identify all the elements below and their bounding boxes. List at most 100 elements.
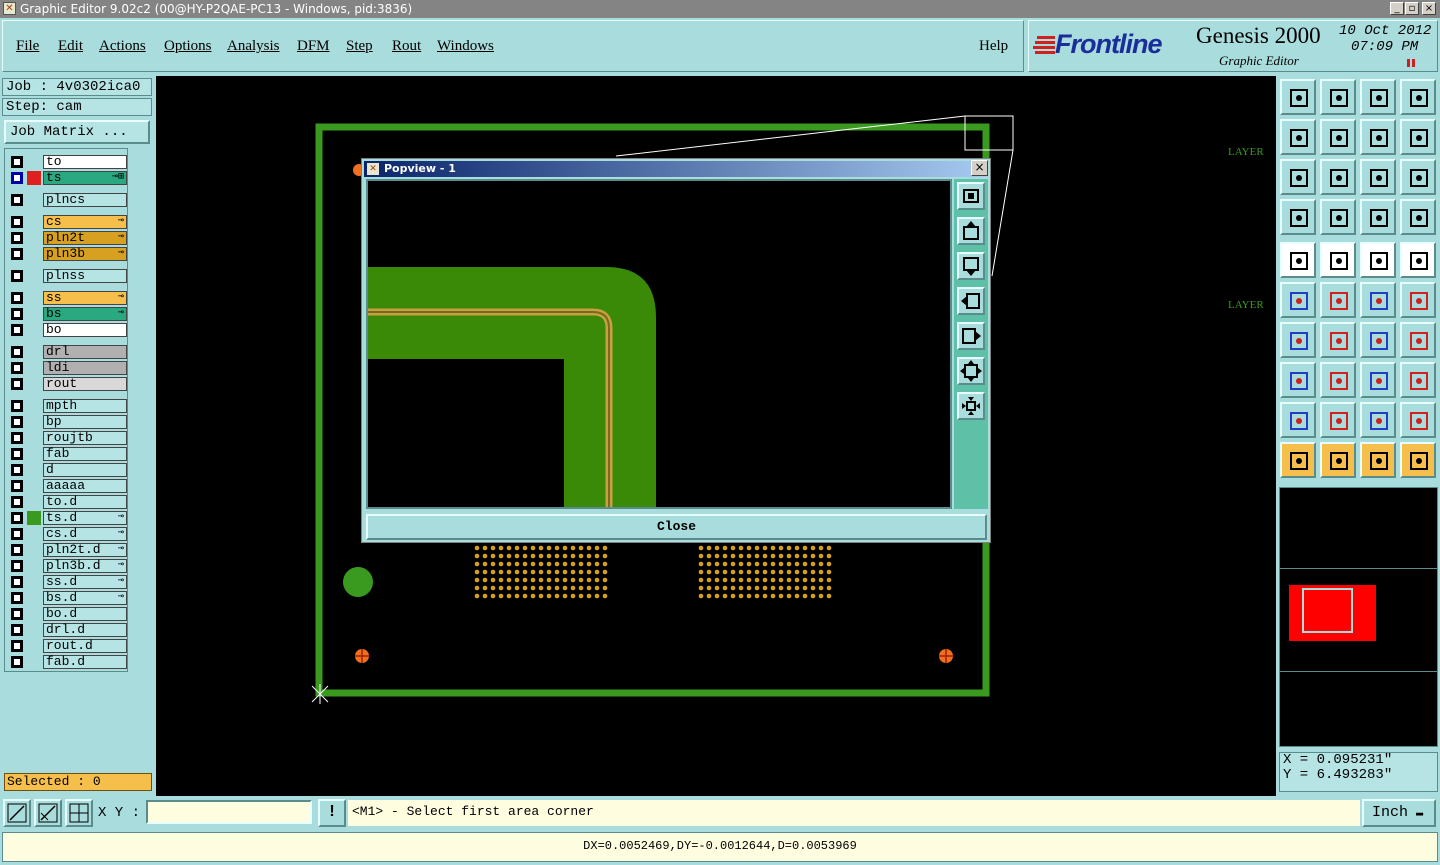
- layer-row-cs-d[interactable]: cs.d ⊸: [8, 527, 127, 541]
- layer-name[interactable]: pln3b.d ⊸: [43, 559, 127, 573]
- layer-checkbox[interactable]: [11, 592, 23, 604]
- popview-zoom-in-button[interactable]: [957, 392, 985, 420]
- layer-checkbox[interactable]: [11, 308, 23, 320]
- menu-step[interactable]: Step: [346, 38, 373, 55]
- layer-name[interactable]: ss ⊸: [43, 291, 127, 305]
- menu-help[interactable]: Help: [979, 38, 1008, 55]
- pad-tool-button[interactable]: [1400, 242, 1436, 278]
- move-tool-button[interactable]: [1360, 282, 1396, 318]
- split-view-tool-button[interactable]: [1400, 79, 1436, 115]
- layer-name[interactable]: fab.d: [43, 655, 127, 669]
- layer-checkbox[interactable]: [11, 292, 23, 304]
- view-home-tool-button[interactable]: [1280, 79, 1316, 115]
- layer-name[interactable]: d: [43, 463, 127, 477]
- popview-close-x[interactable]: ×: [971, 160, 988, 176]
- snap-mode-button[interactable]: [3, 799, 31, 827]
- layer-checkbox[interactable]: [11, 362, 23, 374]
- layer-row-aaaaa[interactable]: aaaaa: [8, 479, 127, 493]
- layer-checkbox[interactable]: [11, 512, 23, 524]
- layer-checkbox[interactable]: [11, 156, 23, 168]
- overview-map[interactable]: [1279, 487, 1438, 747]
- menu-actions[interactable]: Actions: [99, 38, 146, 55]
- layer-name[interactable]: bs ⊸: [43, 307, 127, 321]
- layer-name[interactable]: pln2t.d ⊸: [43, 543, 127, 557]
- menu-dfm[interactable]: DFM: [297, 38, 330, 55]
- layer-row-plnss[interactable]: plnss: [8, 269, 127, 283]
- layer-row-d[interactable]: d: [8, 463, 127, 477]
- overview-viewport[interactable]: [1302, 588, 1353, 633]
- layer-row-to-d[interactable]: to.d: [8, 495, 127, 509]
- layer-checkbox[interactable]: [11, 448, 23, 460]
- layer-checkbox[interactable]: [11, 624, 23, 636]
- grid-mode-button[interactable]: [65, 799, 93, 827]
- tool-settings-tool-button[interactable]: [1280, 199, 1316, 235]
- delete-tool-button[interactable]: [1320, 282, 1356, 318]
- layer-row-bo-d[interactable]: bo.d: [8, 607, 127, 621]
- layer-name[interactable]: plncs: [43, 193, 127, 207]
- layer-checkbox[interactable]: [11, 378, 23, 390]
- cut-tool-button[interactable]: [1320, 362, 1356, 398]
- layer-name[interactable]: to: [43, 155, 127, 169]
- layer-row-pln3b-d[interactable]: pln3b.d ⊸: [8, 559, 127, 573]
- layer-row-pln3b[interactable]: pln3b ⊸: [8, 247, 127, 261]
- layer-name[interactable]: bp: [43, 415, 127, 429]
- arrow-a-tool-button[interactable]: [1320, 402, 1356, 438]
- popview-zoom-out-button[interactable]: [957, 357, 985, 385]
- popview-pan-right-button[interactable]: [957, 322, 985, 350]
- zoom-center-tool-button[interactable]: [1320, 159, 1356, 195]
- layer-row-ts[interactable]: ts ⊸⊞: [8, 171, 127, 185]
- layer-row-ss[interactable]: ss ⊸: [8, 291, 127, 305]
- arch-tool-button[interactable]: [1360, 402, 1396, 438]
- layer-name[interactable]: bo.d: [43, 607, 127, 621]
- layer-row-bo[interactable]: bo: [8, 323, 127, 337]
- arc-tool-button[interactable]: [1360, 322, 1396, 358]
- layer-name[interactable]: ldi: [43, 361, 127, 375]
- mirror-tool-button[interactable]: [1400, 322, 1436, 358]
- layer-checkbox[interactable]: [11, 432, 23, 444]
- layer-name[interactable]: ts.d ⊸: [43, 511, 127, 525]
- layer-checkbox[interactable]: [11, 656, 23, 668]
- layer-name[interactable]: cs ⊸: [43, 215, 127, 229]
- layer-name[interactable]: drl: [43, 345, 127, 359]
- layer-row-fab[interactable]: fab: [8, 447, 127, 461]
- zoom-fit-tool-button[interactable]: [1280, 159, 1316, 195]
- alert-button[interactable]: !: [318, 799, 346, 827]
- probe-tool-button[interactable]: [1320, 199, 1356, 235]
- snap-toggle-tool-button[interactable]: [1400, 119, 1436, 155]
- home-tool-button[interactable]: [1360, 79, 1396, 115]
- layer-checkbox[interactable]: [11, 416, 23, 428]
- pause-icon[interactable]: [1407, 59, 1415, 67]
- popview-pan-up-button[interactable]: [957, 217, 985, 245]
- layer-name[interactable]: plnss: [43, 269, 127, 283]
- menu-windows[interactable]: Windows: [437, 38, 494, 55]
- connect-tool-button[interactable]: [1280, 282, 1316, 318]
- layer-row-ts-d[interactable]: ts.d ⊸: [8, 511, 127, 525]
- help-tool-button[interactable]: [1400, 159, 1436, 195]
- menu-edit[interactable]: Edit: [58, 38, 83, 55]
- layer-checkbox[interactable]: [11, 194, 23, 206]
- layer-checkbox[interactable]: [11, 608, 23, 620]
- layer-checkbox[interactable]: [11, 346, 23, 358]
- layer-row-ss-d[interactable]: ss.d ⊸: [8, 575, 127, 589]
- layer-name[interactable]: rout.d: [43, 639, 127, 653]
- angle-tool-button[interactable]: [1280, 322, 1316, 358]
- pointer-box-tool-button[interactable]: [1320, 442, 1356, 478]
- layer-color-swatch[interactable]: [27, 511, 41, 525]
- layer-checkbox[interactable]: [11, 232, 23, 244]
- minimize-button[interactable]: _: [1390, 2, 1404, 15]
- layer-color-swatch[interactable]: [27, 171, 41, 185]
- popview-canvas[interactable]: [366, 179, 952, 509]
- ruler-tool-button[interactable]: [1360, 242, 1396, 278]
- layer-checkbox[interactable]: [11, 270, 23, 282]
- layer-checkbox[interactable]: [11, 324, 23, 336]
- layer-name[interactable]: bs.d ⊸: [43, 591, 127, 605]
- layer-row-fab-d[interactable]: fab.d: [8, 655, 127, 669]
- layer-row-rout-d[interactable]: rout.d: [8, 639, 127, 653]
- layer-row-roujtb[interactable]: roujtb: [8, 431, 127, 445]
- layer-row-cs[interactable]: cs ⊸: [8, 215, 127, 229]
- layer-row-plncs[interactable]: plncs: [8, 193, 127, 207]
- unit-selector[interactable]: Inch ▬: [1362, 799, 1436, 827]
- layer-name[interactable]: cs.d ⊸: [43, 527, 127, 541]
- layer-checkbox[interactable]: [11, 172, 23, 184]
- layer-checkbox[interactable]: [11, 576, 23, 588]
